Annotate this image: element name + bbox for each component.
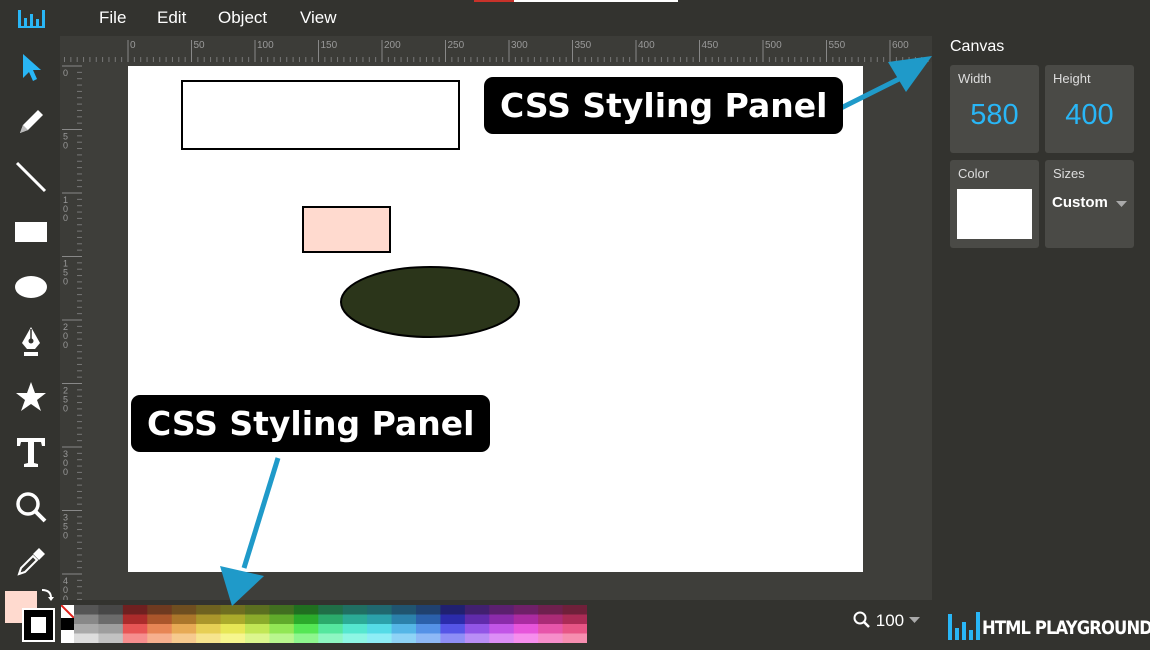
magnifier-icon bbox=[853, 611, 870, 628]
height-value[interactable]: 400 bbox=[1045, 99, 1134, 132]
height-card[interactable]: Height 400 bbox=[1045, 65, 1134, 153]
sizes-label: Sizes bbox=[1053, 166, 1085, 181]
color-label: Color bbox=[958, 166, 990, 181]
zoom-control[interactable]: 100 bbox=[853, 611, 920, 631]
color-card[interactable]: Color bbox=[950, 160, 1039, 248]
canvas-color-swatch[interactable] bbox=[957, 189, 1032, 239]
stroke-color-swatch[interactable] bbox=[22, 608, 55, 642]
sizes-card[interactable]: Sizes Custom bbox=[1045, 160, 1134, 248]
chevron-down-icon bbox=[908, 617, 920, 623]
callout-bottom: CSS Styling Panel bbox=[131, 395, 491, 452]
width-value[interactable]: 580 bbox=[950, 99, 1039, 132]
zoom-value: 100 bbox=[875, 611, 905, 630]
callout-top: CSS Styling Panel bbox=[484, 77, 844, 134]
shape-dark-green-ellipse[interactable] bbox=[340, 266, 520, 338]
width-label: Width bbox=[958, 71, 992, 86]
logo-icon bbox=[948, 612, 980, 640]
brand-name: HTML PLAYGROUND bbox=[982, 617, 1150, 639]
chevron-down-icon bbox=[1116, 201, 1127, 207]
no-color-swatch[interactable] bbox=[61, 605, 74, 643]
width-card[interactable]: Width 580 bbox=[950, 65, 1039, 153]
sizes-select[interactable]: Custom bbox=[1052, 194, 1108, 211]
height-label: Height bbox=[1053, 71, 1091, 86]
panel-title: Canvas bbox=[950, 38, 1005, 55]
swap-colors-icon[interactable] bbox=[38, 586, 56, 604]
shape-peach-rectangle[interactable] bbox=[302, 206, 391, 253]
color-palette[interactable] bbox=[74, 605, 587, 643]
shape-white-rectangle[interactable] bbox=[181, 80, 460, 150]
